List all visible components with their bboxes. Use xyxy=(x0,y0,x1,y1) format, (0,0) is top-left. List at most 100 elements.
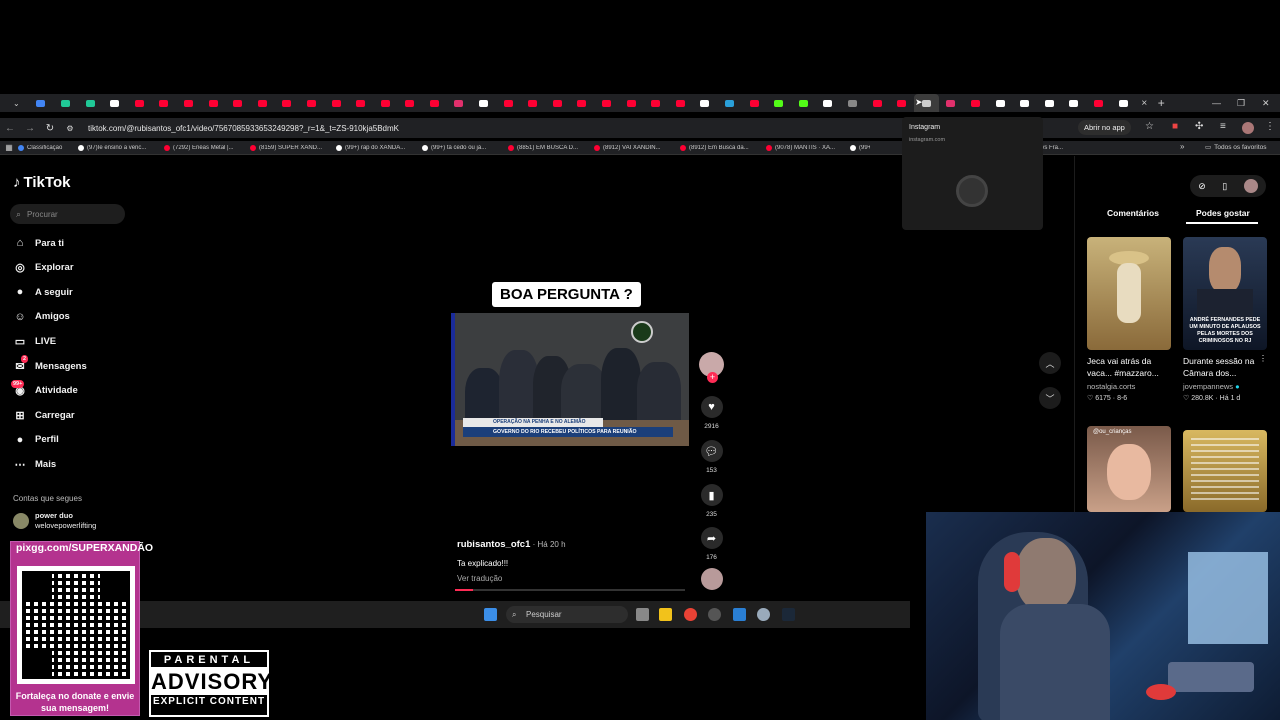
previous-video-button[interactable]: ︿ xyxy=(1039,352,1061,374)
browser-tab[interactable] xyxy=(496,94,521,112)
url-field[interactable]: tiktok.com/@rubisantos_ofc1/video/756708… xyxy=(88,124,399,133)
browser-tab[interactable] xyxy=(816,94,841,112)
browser-menu-icon[interactable]: ⋮ xyxy=(1265,121,1275,132)
thumb-title[interactable]: Jeca vai atrás da vaca... #mazzaro... xyxy=(1087,355,1169,379)
share-button[interactable]: ➦ 176 xyxy=(699,527,724,561)
sidebar-item-profile[interactable]: ● Perfil xyxy=(13,433,59,447)
file-explorer-icon[interactable] xyxy=(659,608,672,621)
more-options-icon[interactable]: ⋮ xyxy=(1259,354,1267,363)
taskbar-search[interactable]: ⌕ Pesquisar xyxy=(506,606,628,623)
sidebar-item-friends[interactable]: ☺ Amigos xyxy=(13,310,69,324)
browser-tab[interactable] xyxy=(275,94,300,112)
browser-tab[interactable] xyxy=(373,94,398,112)
browser-tab[interactable] xyxy=(619,94,644,112)
browser-tab[interactable] xyxy=(889,94,914,112)
sidebar-item-home[interactable]: ⌂ Para ti xyxy=(13,236,64,250)
followed-account[interactable]: power duo welovepowerlifting xyxy=(13,511,96,531)
browser-tab[interactable] xyxy=(963,94,988,112)
browser-tab[interactable] xyxy=(201,94,226,112)
sidebar-item-compass[interactable]: ◎ Explorar xyxy=(13,261,73,275)
site-info-icon[interactable]: ⚙ xyxy=(60,124,80,133)
extension-icon[interactable]: ■ xyxy=(1172,121,1178,132)
bookmark-item[interactable]: (9078) MANTIS · XA... xyxy=(766,144,850,151)
bookmark-item[interactable]: (8159) SUPER XAND... xyxy=(250,144,336,151)
browser-tab[interactable] xyxy=(766,94,791,112)
bookmark-item[interactable]: (99+) tá cedo ou já... xyxy=(422,144,508,151)
browser-tab[interactable] xyxy=(545,94,570,112)
video-thumbnail[interactable]: @ou_crianças xyxy=(1087,426,1171,512)
sidebar-item-following[interactable]: ● A seguir xyxy=(13,285,73,299)
video-author[interactable]: rubisantos_ofc1 · Há 20 h xyxy=(457,539,566,550)
browser-tab[interactable] xyxy=(176,94,201,112)
like-button[interactable]: ♥ 2916 xyxy=(699,396,724,430)
new-tab-button[interactable]: + xyxy=(1153,96,1169,110)
thumb-title[interactable]: Durante sessão na Câmara dos... xyxy=(1183,355,1265,379)
comment-button[interactable]: 💬︎ 153 xyxy=(699,440,724,474)
browser-tab[interactable] xyxy=(791,94,816,112)
chrome-icon[interactable] xyxy=(684,608,697,621)
browser-tab[interactable] xyxy=(78,94,103,112)
app-icon[interactable] xyxy=(733,608,746,621)
apps-grid-icon[interactable]: ▦ xyxy=(0,143,18,152)
compass-icon[interactable]: ⊘ xyxy=(1198,181,1206,192)
close-tab-button[interactable]: × xyxy=(1135,98,1153,109)
browser-tab[interactable] xyxy=(865,94,890,112)
browser-tab[interactable] xyxy=(643,94,668,112)
browser-tab[interactable] xyxy=(668,94,693,112)
sidebar-item-upload[interactable]: ⊞ Carregar xyxy=(13,408,74,422)
phone-icon[interactable]: ▯ xyxy=(1222,181,1227,192)
bookmark-item[interactable]: (8851) EM BUSCA D... xyxy=(508,144,594,151)
start-windows-icon[interactable] xyxy=(484,608,497,621)
extensions-puzzle-icon[interactable]: ✣ xyxy=(1195,121,1203,132)
thumb-author[interactable]: nostalgia.corts xyxy=(1087,382,1135,391)
next-video-button[interactable]: ﹀ xyxy=(1039,387,1061,409)
browser-tab[interactable] xyxy=(988,94,1013,112)
media-icon[interactable]: ≡ xyxy=(1220,121,1226,132)
steam-icon[interactable] xyxy=(782,608,795,621)
video-thumbnail[interactable] xyxy=(1183,430,1267,512)
browser-tab[interactable] xyxy=(152,94,177,112)
browser-tab[interactable] xyxy=(127,94,152,112)
bookmark-item[interactable]: (7292) Enéas Metal |... xyxy=(164,144,250,151)
browser-tab[interactable] xyxy=(520,94,545,112)
browser-tab[interactable] xyxy=(471,94,496,112)
tab-you-may-like[interactable]: Podes gostar xyxy=(1196,208,1250,218)
bookmark-item[interactable]: (97)Ie ensino a venc... xyxy=(78,144,164,151)
all-favorites-folder[interactable]: ▭ Todos os favoritos xyxy=(1205,143,1267,152)
browser-tab[interactable] xyxy=(1086,94,1111,112)
bookmark-item[interactable]: (99+) O xyxy=(850,144,870,151)
browser-tab[interactable] xyxy=(1062,94,1087,112)
app-icon[interactable] xyxy=(708,608,721,621)
maximize-icon[interactable]: ❐ xyxy=(1237,94,1245,112)
browser-tab[interactable] xyxy=(250,94,275,112)
browser-tab[interactable] xyxy=(29,94,54,112)
browser-tab[interactable] xyxy=(570,94,595,112)
browser-tab[interactable] xyxy=(717,94,742,112)
profile-avatar[interactable] xyxy=(1242,122,1254,134)
bookmark-item[interactable]: Classificação xyxy=(18,144,78,151)
thumb-author[interactable]: jovempannews ● xyxy=(1183,382,1240,391)
browser-tab[interactable] xyxy=(299,94,324,112)
search-input[interactable]: ⌕ Procurar xyxy=(10,204,125,224)
sidebar-item-messages[interactable]: ✉ 2 Mensagens xyxy=(13,355,87,373)
browser-tab[interactable] xyxy=(53,94,78,112)
close-window-icon[interactable]: ✕ xyxy=(1262,94,1270,112)
tab-list-button[interactable]: ⌄ xyxy=(4,94,29,112)
follow-plus-icon[interactable]: + xyxy=(707,372,718,383)
bookmark-item[interactable]: (99+) rap do XANDÃ... xyxy=(336,144,422,151)
browser-tab[interactable] xyxy=(742,94,767,112)
sidebar-item-live[interactable]: ▭ LIVE xyxy=(13,334,56,348)
browser-tab[interactable] xyxy=(693,94,718,112)
browser-tab[interactable] xyxy=(348,94,373,112)
tab-comments[interactable]: Comentários xyxy=(1107,208,1159,218)
see-translation-link[interactable]: Ver tradução xyxy=(457,574,502,583)
bookmark-star-icon[interactable]: ☆ xyxy=(1145,121,1154,132)
open-in-app-button[interactable]: Abrir no app xyxy=(1078,120,1131,135)
forward-icon[interactable]: → xyxy=(20,123,40,134)
browser-tab[interactable] xyxy=(324,94,349,112)
browser-tab[interactable] xyxy=(939,94,964,112)
browser-tab[interactable] xyxy=(447,94,472,112)
back-icon[interactable]: ← xyxy=(0,123,20,134)
browser-tab[interactable] xyxy=(102,94,127,112)
browser-tab[interactable] xyxy=(422,94,447,112)
